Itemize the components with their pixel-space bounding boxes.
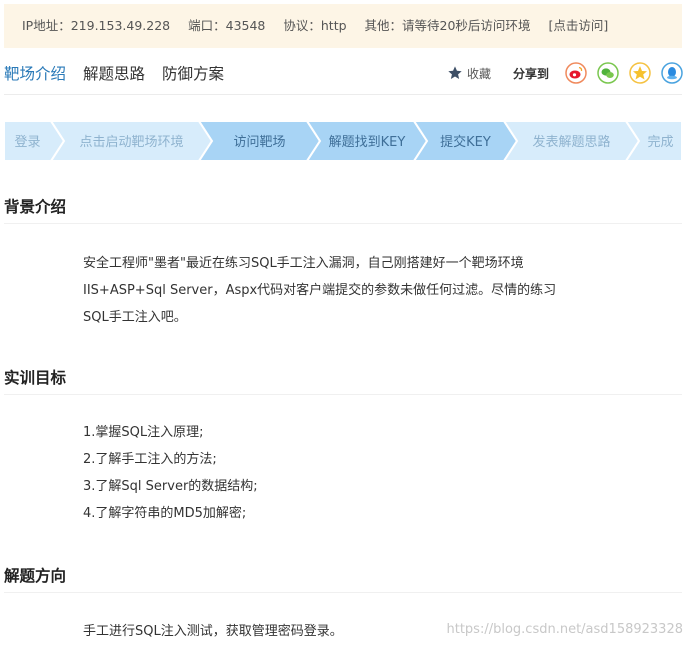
goal-item: 1.掌握SQL注入原理; — [83, 425, 204, 440]
share-actions: 收藏 分享到 — [447, 60, 683, 86]
section-title-background: 背景介绍 — [4, 195, 682, 224]
click-visit-link[interactable]: [点击访问] — [548, 18, 608, 33]
step-2-label: 点击启动靶场环境 — [79, 135, 183, 150]
tab-solution-ideas[interactable]: 解题思路 — [83, 60, 145, 90]
background-description: 安全工程师"墨者"最近在练习SQL手工注入漏洞，自己刚搭建好一个靶场环境 IIS… — [83, 250, 623, 331]
favorite-button[interactable]: 收藏 — [467, 65, 491, 82]
watermark: https://blog.csdn.net/asd158923328 — [446, 622, 684, 637]
tabs-divider — [4, 94, 682, 95]
tab-range-intro[interactable]: 靶场介绍 — [4, 60, 66, 90]
tab-defense-plan[interactable]: 防御方案 — [162, 60, 224, 90]
step-6-label: 发表解题思路 — [532, 134, 610, 150]
qzone-icon[interactable] — [629, 62, 651, 84]
background-line: IIS+ASP+Sql Server，Aspx代码对客户端提交的参数未做任何过滤… — [83, 283, 557, 298]
training-goals-list: 1.掌握SQL注入原理; 2.了解手工注入的方法; 3.了解Sql Server… — [83, 419, 623, 527]
step-7-label: 完成 — [647, 135, 673, 150]
background-line: 安全工程师"墨者"最近在练习SQL手工注入漏洞，自己刚搭建好一个靶场环境 — [83, 256, 524, 271]
step-5-label: 提交KEY — [440, 134, 491, 150]
wechat-icon[interactable] — [597, 62, 619, 84]
share-label: 分享到 — [512, 66, 549, 81]
section-title-training-goals: 实训目标 — [4, 366, 682, 395]
other-info: 其他：请等待20秒后访问环境 — [364, 18, 531, 33]
goal-item: 2.了解手工注入的方法; — [83, 452, 217, 467]
section-title-solution-direction: 解题方向 — [4, 564, 682, 593]
qq-icon[interactable] — [661, 62, 683, 84]
port: 端口：43548 — [188, 18, 266, 33]
target-info-bar: IP地址：219.153.49.228 端口：43548 协议：http 其他：… — [4, 4, 682, 48]
ip-address: IP地址：219.153.49.228 — [22, 18, 171, 33]
goal-item: 3.了解Sql Server的数据结构; — [83, 479, 258, 494]
goal-item: 4.了解字符串的MD5加解密; — [83, 506, 247, 521]
progress-steps-svg: 登录 点击启动靶场环境 访问靶场 解题找到KEY 提交KEY 发表解题思路 完成 — [4, 121, 682, 161]
step-1-label: 登录 — [14, 135, 40, 150]
protocol: 协议：http — [283, 18, 347, 33]
background-line: SQL手工注入吧。 — [83, 310, 187, 325]
step-4-label: 解题找到KEY — [329, 135, 406, 150]
content-tabs: 靶场介绍 解题思路 防御方案 — [4, 60, 241, 90]
weibo-icon[interactable] — [565, 62, 587, 84]
step-3-label: 访问靶场 — [233, 135, 285, 150]
star-icon[interactable] — [447, 65, 463, 81]
progress-steps: 登录 点击启动靶场环境 访问靶场 解题找到KEY 提交KEY 发表解题思路 完成 — [4, 121, 682, 161]
